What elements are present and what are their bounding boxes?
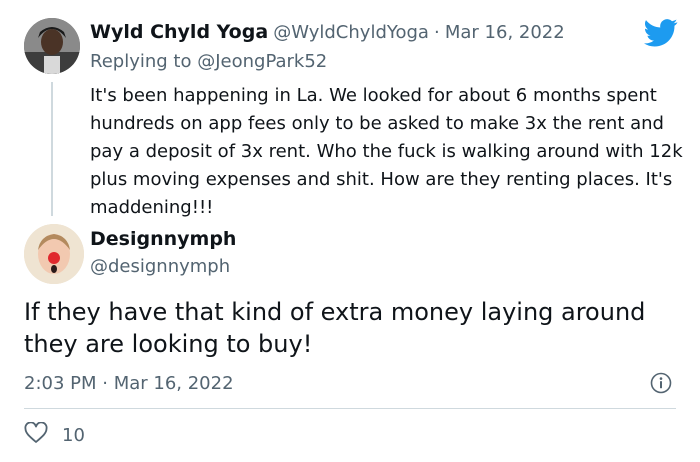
separator-dot: · <box>434 22 440 43</box>
heart-icon <box>24 421 48 448</box>
replying-to: Replying to @JeongPark52 <box>90 51 327 72</box>
reply-tweet-text: If they have that kind of extra money la… <box>24 298 646 358</box>
replying-to-prefix: Replying to <box>90 51 192 72</box>
info-icon[interactable] <box>650 372 672 394</box>
parent-date[interactable]: Mar 16, 2022 <box>445 22 565 43</box>
avatar-designnymph[interactable] <box>24 224 84 284</box>
reply-author-handle[interactable]: @designnymph <box>90 256 230 277</box>
twitter-bird-icon <box>644 18 678 48</box>
divider <box>24 408 676 409</box>
like-count: 10 <box>62 424 85 446</box>
reply-author-name[interactable]: Designnymph <box>90 228 236 250</box>
parent-author-handle[interactable]: @WyldChyldYoga <box>273 22 429 43</box>
replying-to-handle[interactable]: @JeongPark52 <box>197 51 327 72</box>
thread-line <box>51 82 53 216</box>
parent-tweet-text: It's been happening in La. We looked for… <box>90 85 683 218</box>
reply-timestamp[interactable]: 2:03 PM · Mar 16, 2022 <box>24 373 234 394</box>
parent-header: Wyld Chyld Yoga @WyldChyldYoga · Mar 16,… <box>90 21 565 43</box>
like-button[interactable]: 10 <box>24 421 85 448</box>
avatar-wyldchyldyoga[interactable] <box>24 18 80 74</box>
parent-author-name[interactable]: Wyld Chyld Yoga <box>90 21 268 43</box>
